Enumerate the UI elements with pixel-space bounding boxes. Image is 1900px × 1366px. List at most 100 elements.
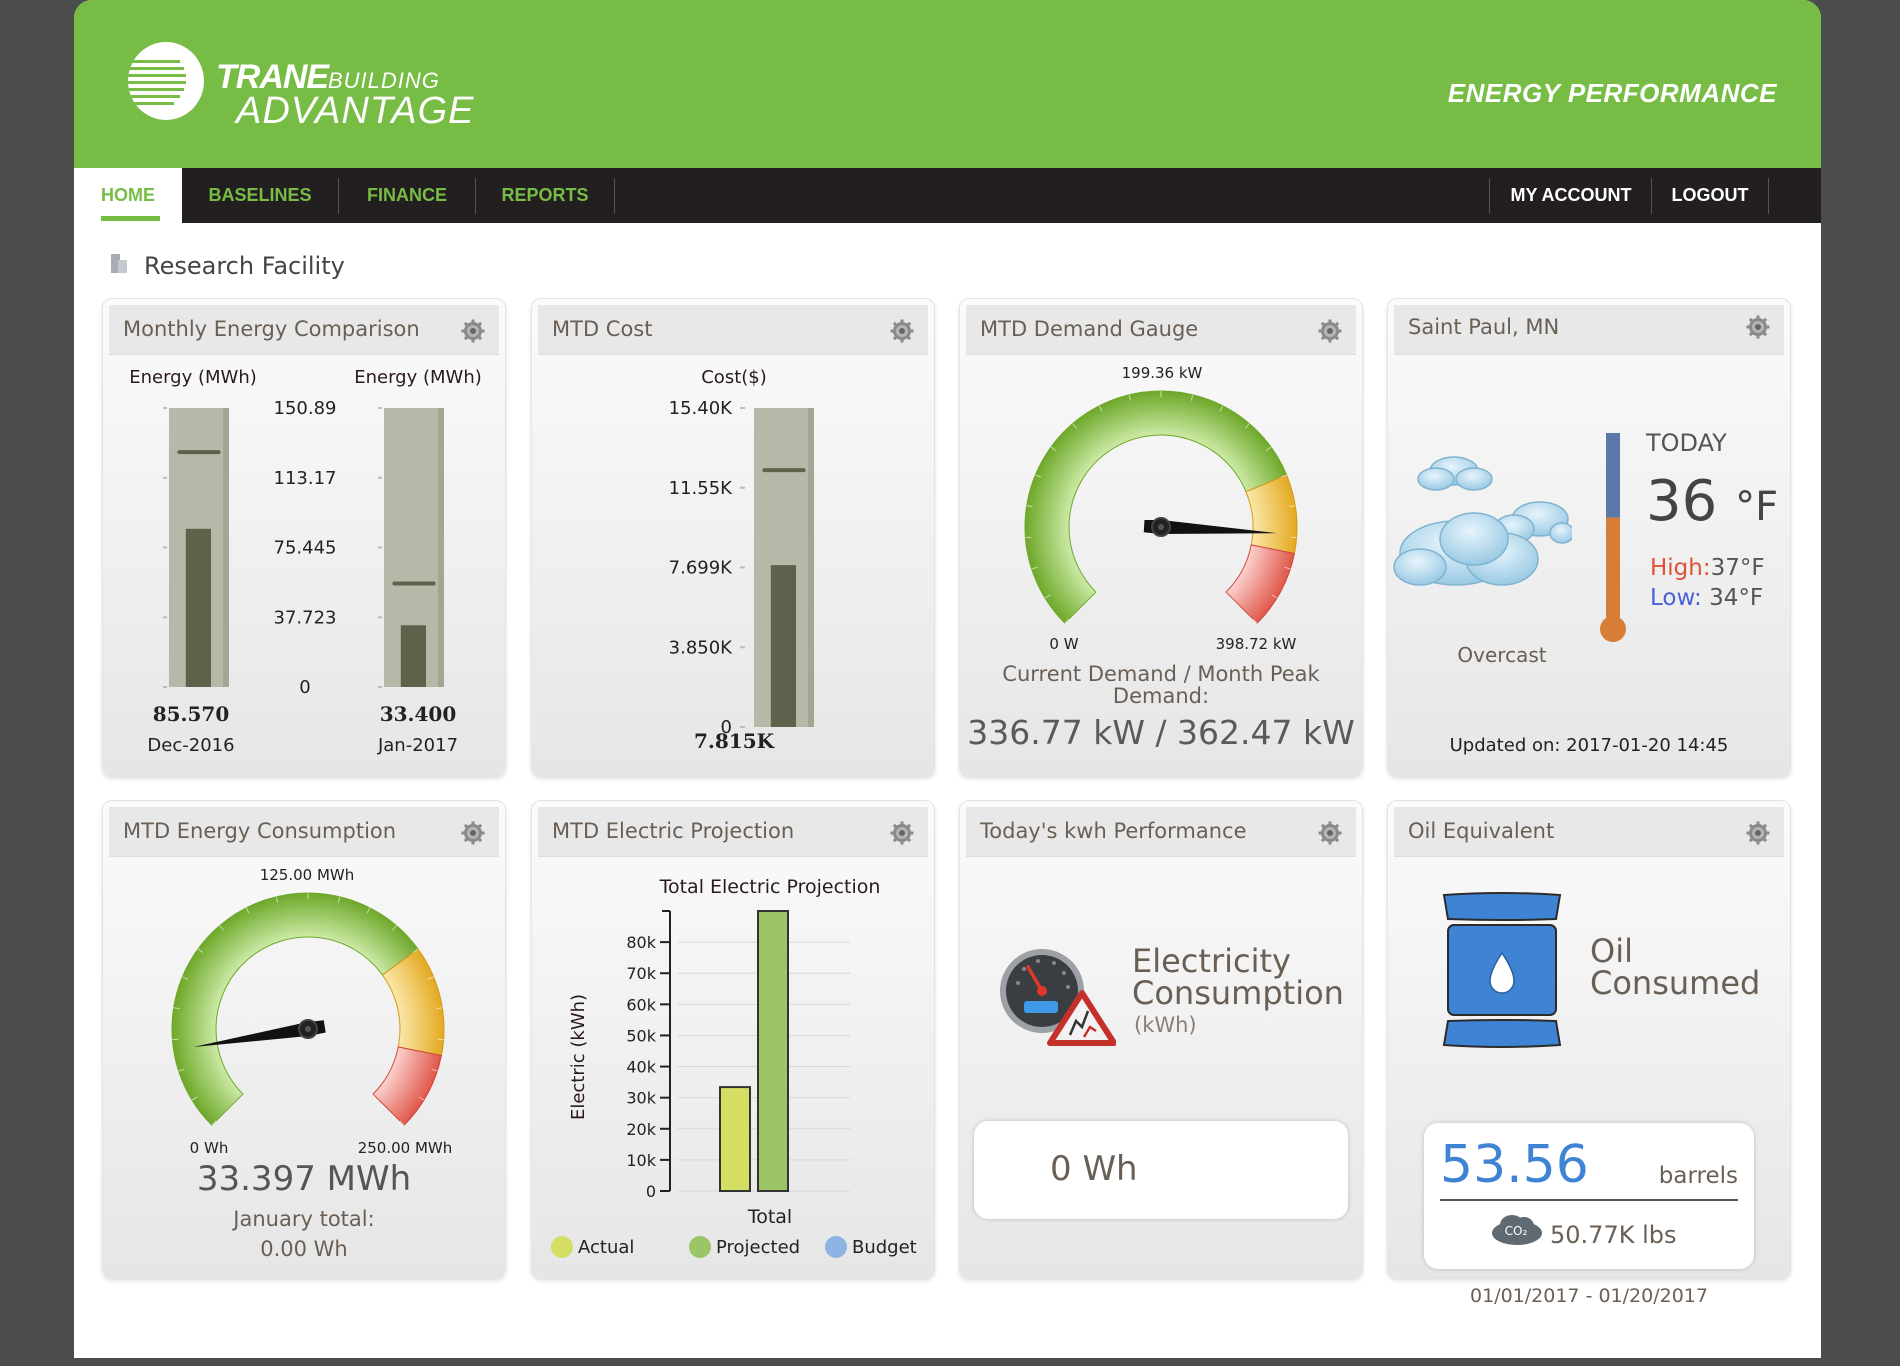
nav-baselines[interactable]: BASELINES [182,168,338,223]
thermometer-empty [1606,433,1620,518]
weather-condition: Overcast [1457,643,1547,667]
nav-finance[interactable]: FINANCE [339,168,475,223]
monthly-energy-bullets: Energy (MWh) Energy (MWh) 150.89 113.17 75… [129,367,482,756]
overcast-cloud-icon [1393,456,1572,586]
oil-heading-line1: Oil [1590,932,1633,970]
gear-icon[interactable] [1746,821,1770,845]
gauge-min-label: 0 W [1049,635,1078,653]
legend-swatch-projected [689,1236,711,1258]
weather-updated: Updated on: 2017-01-20 14:45 [1449,735,1729,756]
period-label-jan: Jan-2017 [377,735,458,756]
low-temp: Low: 34°F [1650,585,1763,611]
chart-ylabel: Electric (kWh) [568,994,589,1120]
energy-gauge: 125.00 MWh 0 Wh 250.00 MWh [171,866,453,1157]
scale-tick-label: 75.445 [274,538,337,559]
low-label: Low: [1650,585,1702,611]
legend-label-budget: Budget [852,1237,917,1258]
y-tick-label: 0 [646,1182,656,1201]
widget-body: 199.36 kW 0 W 398.72 kW Current Demand /… [960,355,1362,775]
nav-reports[interactable]: REPORTS [476,168,614,223]
mtd-cost-range-shade [808,408,814,727]
gear-icon[interactable] [1318,821,1342,845]
today-label: TODAY [1646,429,1727,457]
logo-advantage: ADVANTAGE [236,90,475,132]
period-label-dec: Dec-2016 [147,735,234,756]
current-temp: 36 °F [1646,469,1778,534]
speedometer-warning-icon [1000,949,1116,1046]
widget-body: 125.00 MWh 0 Wh 250.00 MWh 33.397 MWh Ja… [103,857,505,1277]
nav-baselines-label: BASELINES [208,185,312,205]
demand-readout: 336.77 kW / 362.47 kW [967,713,1355,752]
trane-logo[interactable]: TRANE BUILDING ADVANTAGE [128,42,568,132]
widget-header: Oil Equivalent [1394,807,1784,857]
gauge-max-label: 250.00 MWh [358,1139,453,1157]
widget-mtd-cost: MTD Cost Cost($) 15.40K 11.55K 7.699K 3.850… [531,298,935,776]
widget-kwh-performance: Today's kwh Performance Electricity Cons… [959,800,1363,1278]
nav-my-account[interactable]: MY ACCOUNT [1490,168,1652,223]
widget-header: MTD Demand Gauge [966,305,1356,355]
legend-swatch-budget [825,1236,847,1258]
high-label: High: [1650,555,1711,581]
widget-header: Today's kwh Performance [966,807,1356,857]
y-tick-label: 30k [626,1089,656,1108]
gear-icon[interactable] [1318,319,1342,343]
widget-body: Total Electric Projection Electric (kWh)… [532,857,934,1277]
widget-title: MTD Electric Projection [552,819,795,843]
axis-label: Cost($) [701,367,767,388]
widget-header: MTD Cost [538,305,928,355]
axis-label-left: Energy (MWh) [129,367,257,388]
widget-title: MTD Cost [552,317,653,341]
month-total-value: 0.00 Wh [260,1237,348,1261]
high-temp: High:37°F [1650,555,1765,581]
building-icon [111,254,127,273]
mtd-cost-bullet: Cost($) 15.40K11.55K7.699K3.850K0 7.815K [669,367,814,753]
gauge-band-critical [372,1046,442,1126]
month-total-label: January total: [233,1207,375,1231]
gear-icon[interactable] [461,821,485,845]
thermometer-fill [1606,517,1620,621]
nav-finance-label: FINANCE [367,185,447,205]
oil-barrel-icon [1442,892,1562,1048]
widget-demand-gauge: MTD Demand Gauge 199.36 kW 0 W 398.72 kW… [959,298,1363,776]
nav-divider [1768,178,1769,214]
gauge-mid-label: 199.36 kW [1122,364,1203,382]
gear-icon[interactable] [461,319,485,343]
low-value: 34°F [1709,585,1764,611]
scale-tick-label: 37.723 [274,607,337,628]
gauge-hub-center [305,1026,311,1032]
gauge-min-label: 0 Wh [190,1139,229,1157]
widget-title: MTD Energy Consumption [123,819,397,843]
gear-icon[interactable] [890,821,914,845]
nav-logout[interactable]: LOGOUT [1652,168,1768,223]
scale-tick-label: 11.55K [669,478,734,499]
y-tick-label: 10k [626,1151,656,1170]
gauge-hub-center [1158,524,1164,530]
facility-name[interactable]: Research Facility [144,252,345,280]
chart-title: Total Electric Projection [659,876,881,898]
energy-readout: 33.397 MWh [196,1159,412,1199]
gear-icon[interactable] [890,319,914,343]
header-banner: TRANE BUILDING ADVANTAGE ENERGY PERFORMA… [74,0,1821,168]
nav-home[interactable]: HOME [74,168,182,223]
thermometer-bulb [1600,616,1626,642]
kwh-value-box: 0 Wh [974,1121,1348,1219]
kwh-value: 0 Wh [1050,1149,1138,1189]
cost-value-label: 7.815K [694,729,775,753]
gear-icon[interactable] [1746,315,1770,339]
widget-title: Monthly Energy Comparison [123,317,420,341]
legend-swatch-actual [551,1236,573,1258]
y-tick-label: 60k [626,995,656,1014]
mtd-cost-value-bar [770,565,796,727]
oil-barrels-unit: barrels [1658,1163,1738,1189]
chart-xlabel: Total [747,1206,792,1228]
app-window: TRANE BUILDING ADVANTAGE ENERGY PERFORMA… [74,0,1821,1358]
bar-projected [757,910,789,1192]
widget-header: Monthly Energy Comparison [109,305,499,355]
widget-body: Oil Consumed 53.56 barrels CO₂ 50.77K lb… [1388,857,1790,1307]
widget-title: Saint Paul, MN [1408,315,1560,339]
scale-tick-label: 150.89 [274,398,337,419]
widget-energy-consumption: MTD Energy Consumption 125.00 MWh 0 Wh 2… [102,800,506,1278]
widget-header: MTD Energy Consumption [109,807,499,857]
dec-2016-value-bar [185,528,211,687]
temp-value: 36 [1646,469,1718,534]
